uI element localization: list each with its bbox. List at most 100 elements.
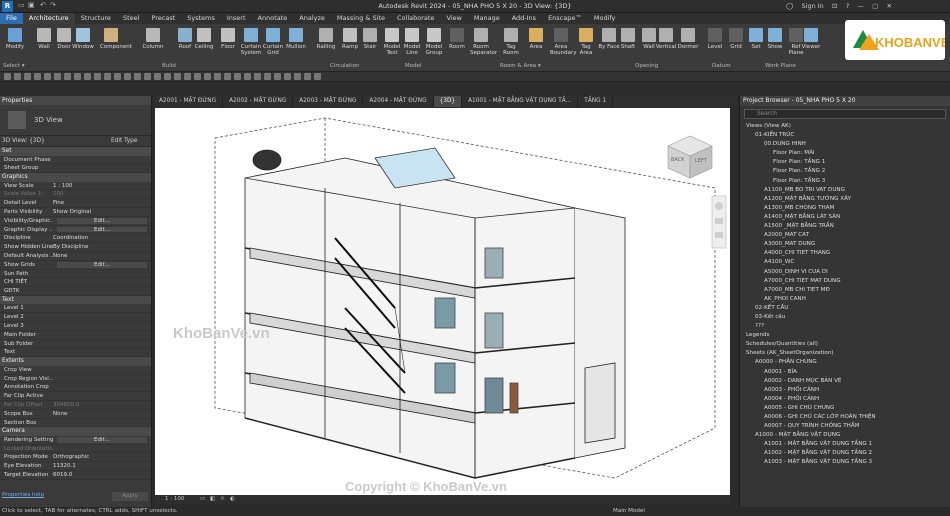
toolbar-tool-icon[interactable] — [104, 73, 111, 80]
toolbar-tool-icon[interactable] — [194, 73, 201, 80]
toolbar-tool-icon[interactable] — [34, 73, 41, 80]
ribbon-button-22[interactable]: Area Boundary — [550, 28, 577, 56]
ribbon-tab-10[interactable]: Collaborate — [391, 13, 440, 24]
property-value[interactable] — [53, 287, 151, 295]
toolbar-tool-icon[interactable] — [44, 73, 51, 80]
property-value[interactable]: 304800.0 — [53, 401, 151, 409]
browser-tree-item[interactable]: Floor Plan: MÁI — [740, 149, 950, 158]
view-tab-6[interactable]: TẦNG 1 — [578, 96, 614, 107]
property-value[interactable]: None — [53, 252, 151, 260]
drawing-canvas[interactable]: BACK LEFT KhoBanVe.vn Copyright © KhoBan… — [155, 108, 730, 495]
ribbon-button-21[interactable]: Area — [525, 28, 547, 50]
toolbar-tool-icon[interactable] — [174, 73, 181, 80]
property-value[interactable]: None — [53, 410, 151, 418]
view-tab-1[interactable]: A2002 - MẶT ĐỨNG — [223, 96, 294, 107]
browser-tree-item[interactable]: A0004 - PHỐI CẢNH — [740, 395, 950, 404]
ribbon-button-3[interactable]: Window — [72, 28, 94, 50]
property-value[interactable] — [53, 278, 151, 286]
view-tab-3[interactable]: A2004 - MẶT ĐỨNG — [363, 96, 434, 107]
ribbon-tab-0[interactable]: File — [0, 13, 23, 24]
ribbon-button-32[interactable]: Show — [764, 28, 786, 50]
browser-tree-item[interactable]: A5000_DINH VI CUA DI — [740, 268, 950, 277]
ribbon-tab-3[interactable]: Steel — [117, 13, 145, 24]
ribbon-button-13[interactable]: Ramp — [339, 28, 361, 50]
property-value[interactable] — [53, 313, 151, 321]
edit-type-button[interactable]: Edit Type — [111, 138, 151, 144]
browser-tree-item[interactable]: 02-KẾT CẤU — [740, 304, 950, 313]
user-icon[interactable]: ◯ — [786, 2, 793, 10]
browser-tree-item[interactable]: Sheets (AK_SheetOrganization) — [740, 349, 950, 358]
ribbon-tab-11[interactable]: View — [440, 13, 467, 24]
property-value[interactable] — [53, 445, 151, 453]
properties-section[interactable]: Extents — [0, 357, 151, 366]
toolbar-tool-icon[interactable] — [84, 73, 91, 80]
browser-tree-item[interactable]: A7000_MB CHI TIET MĐ — [740, 286, 950, 295]
properties-section[interactable]: Camera — [0, 427, 151, 436]
browser-tree-item[interactable]: AK_PHOI CANH — [740, 295, 950, 304]
browser-tree-item[interactable]: A4100_WC — [740, 258, 950, 267]
detail-level-icon[interactable]: ▭ — [200, 496, 205, 502]
toolbar-tool-icon[interactable] — [114, 73, 121, 80]
pan-icon[interactable] — [715, 232, 723, 238]
zoom-icon[interactable] — [715, 218, 723, 224]
toolbar-tool-icon[interactable] — [234, 73, 241, 80]
toolbar-tool-icon[interactable] — [94, 73, 101, 80]
type-selector[interactable]: 3D View — [0, 105, 151, 135]
toolbar-tool-icon[interactable] — [24, 73, 31, 80]
property-value[interactable] — [53, 419, 151, 427]
browser-tree-item[interactable]: Floor Plan: TẦNG 3 — [740, 177, 950, 186]
sun-path-icon[interactable]: ☼ — [220, 496, 225, 502]
view-scale[interactable]: 1 : 100 — [165, 496, 184, 502]
ribbon-button-7[interactable]: Ceiling — [193, 28, 215, 50]
toolbar-tool-icon[interactable] — [284, 73, 291, 80]
browser-tree-item[interactable]: A1400_MẶT BẰNG LÁT SÀN — [740, 213, 950, 222]
property-value[interactable] — [53, 375, 151, 383]
ribbon-button-27[interactable]: Vertical — [655, 28, 677, 50]
browser-tree-item[interactable]: Floor Plan: TẦNG 2 — [740, 167, 950, 176]
maximize-icon[interactable]: ▢ — [872, 2, 878, 10]
ribbon-tab-4[interactable]: Precast — [145, 13, 181, 24]
view-tab-0[interactable]: A2001 - MẶT ĐỨNG — [153, 96, 224, 107]
navigation-bar[interactable] — [711, 195, 727, 249]
toolbar-tool-icon[interactable] — [134, 73, 141, 80]
browser-tree-item[interactable]: ??? — [740, 322, 950, 331]
browser-search-input[interactable]: Search — [744, 109, 946, 119]
ribbon-tab-12[interactable]: Manage — [468, 13, 506, 24]
property-edit-button[interactable]: Edit... — [57, 217, 147, 224]
property-value[interactable] — [53, 392, 151, 400]
ribbon-tab-2[interactable]: Structure — [75, 13, 117, 24]
view-tab-2[interactable]: A2003 - MẶT ĐỨNG — [293, 96, 364, 107]
property-value[interactable]: Show Original — [53, 208, 151, 216]
property-value[interactable]: 11320.1 — [53, 462, 151, 470]
ribbon-button-30[interactable]: Grid — [725, 28, 747, 50]
property-value[interactable] — [53, 348, 151, 356]
ribbon-tab-1[interactable]: Architecture — [22, 13, 75, 24]
browser-tree-item[interactable]: A3000_MAT DUNG — [740, 240, 950, 249]
property-value[interactable] — [53, 304, 151, 312]
property-value[interactable]: 1 : 100 — [53, 182, 151, 190]
ribbon-button-0[interactable]: Modify — [4, 28, 26, 50]
browser-tree-item[interactable]: A1100_MB BO TRI VAT DUNG — [740, 186, 950, 195]
help-icon[interactable]: ? — [846, 2, 849, 10]
property-value[interactable]: 100 — [53, 190, 151, 198]
toolbar-tool-icon[interactable] — [164, 73, 171, 80]
property-value[interactable]: 6019.0 — [53, 471, 151, 479]
browser-tree-item[interactable]: A1500 _MẶT BẰNG TRẦN — [740, 222, 950, 231]
close-icon[interactable]: ✕ — [887, 2, 892, 10]
ribbon-tab-9[interactable]: Massing & Site — [331, 13, 391, 24]
ribbon-button-9[interactable]: Curtain System — [240, 28, 262, 56]
browser-tree-item[interactable]: A0006 - GHI CHÚ CÁC LỚP HOÀN THIỆN — [740, 413, 950, 422]
ribbon-tab-13[interactable]: Add-Ins — [506, 13, 542, 24]
browser-tree-item[interactable]: A1003 - MẶT BẰNG VẬT DỤNG TẦNG 3 — [740, 458, 950, 467]
browser-tree-item[interactable]: A1001 - MẶT BẰNG VẬT DỤNG TẦNG 1 — [740, 440, 950, 449]
ribbon-button-11[interactable]: Mullion — [285, 28, 307, 50]
properties-section[interactable]: Set — [0, 147, 151, 156]
ribbon-button-29[interactable]: Level — [704, 28, 726, 50]
ribbon-button-5[interactable]: Column — [142, 28, 164, 50]
ribbon-tab-5[interactable]: Systems — [181, 13, 221, 24]
toolbar-tool-icon[interactable] — [314, 73, 321, 80]
browser-tree-item[interactable]: A1000 - MẶT BẰNG VẬT DỤNG — [740, 431, 950, 440]
properties-section[interactable]: Text — [0, 295, 151, 305]
status-model[interactable]: Main Model — [613, 507, 645, 516]
apply-button[interactable]: Apply — [112, 492, 148, 501]
